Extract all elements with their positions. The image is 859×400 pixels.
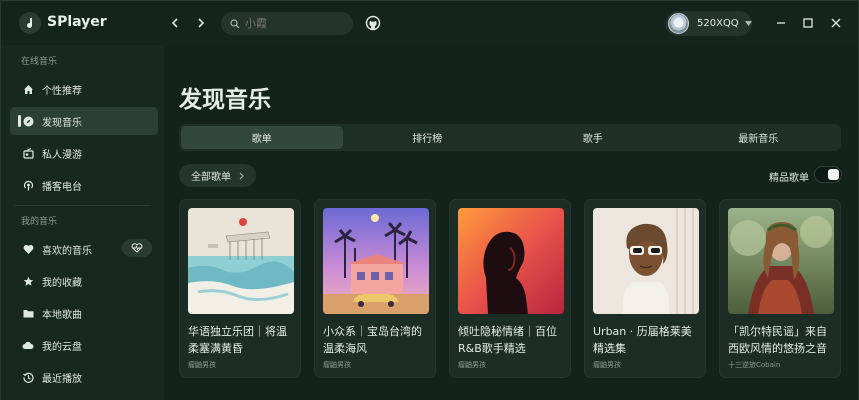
tab-bar: 歌单 排行榜 歌手 最新音乐 [179, 124, 841, 151]
tab-artists[interactable]: 歌手 [512, 126, 674, 149]
compass-icon [22, 115, 34, 127]
sidebar-item-cloud[interactable]: 我的云盘 [10, 331, 158, 359]
github-icon[interactable] [365, 15, 381, 31]
category-filter-button[interactable]: 全部歌单 [179, 164, 256, 187]
sidebar-item-label: 发现音乐 [42, 117, 82, 129]
cloud-icon [22, 339, 34, 351]
caret-down-icon [744, 21, 752, 26]
chevron-right-icon [239, 172, 244, 179]
minimize-icon [777, 22, 785, 24]
sidebar-item-roaming[interactable]: 私人漫游 [10, 139, 158, 167]
app-logo-icon [19, 12, 41, 34]
playlist-card[interactable]: Urban · 历届格莱美精选集 瘤鼬男孩 [584, 199, 706, 378]
heart-icon [22, 243, 34, 255]
highquality-toggle[interactable] [814, 166, 842, 183]
playlist-creator: 瘤鼬男孩 [458, 361, 486, 369]
search-box[interactable] [221, 12, 353, 35]
chevron-right-icon [198, 18, 205, 28]
playlist-cover [188, 208, 294, 314]
highquality-toggle-label: 精品歌单 [769, 173, 809, 184]
sidebar-item-local[interactable]: 本地歌曲 [10, 299, 158, 327]
heart-mode-button[interactable] [122, 239, 152, 257]
playlist-cover [593, 208, 699, 314]
avatar [668, 13, 689, 34]
heartbeat-icon [131, 243, 143, 253]
forward-button[interactable] [193, 14, 209, 32]
tab-new-music[interactable]: 最新音乐 [678, 126, 840, 149]
search-icon [230, 18, 240, 28]
sidebar-item-label: 本地歌曲 [42, 309, 82, 321]
app-name: SPlayer [47, 14, 107, 30]
user-menu[interactable]: 520XQQ [665, 11, 752, 36]
tab-playlists[interactable]: 歌单 [181, 126, 343, 149]
radio-icon [22, 147, 34, 159]
playlist-cover [458, 208, 564, 314]
sidebar-item-label: 私人漫游 [42, 149, 82, 161]
close-button[interactable] [829, 16, 843, 30]
sidebar-item-label: 最近播放 [42, 373, 82, 385]
sidebar-item-label: 喜欢的音乐 [42, 245, 92, 257]
playlist-card[interactable]: 小众系｜宝岛台湾的温柔海风 瘤鼬男孩 [314, 199, 436, 378]
sidebar-item-podcast[interactable]: 播客电台 [10, 171, 158, 199]
playlist-title: 华语独立乐团｜将温柔塞满黄昏 [188, 325, 287, 355]
playlist-title: 「凯尔特民谣」来自西欧风情的悠扬之音 [728, 325, 827, 355]
app-window: SPlayer 520XQQ 在线音乐 [0, 0, 859, 400]
sidebar-item-label: 个性推荐 [42, 85, 82, 97]
chevron-left-icon [171, 18, 178, 28]
divider [15, 205, 151, 206]
playlist-creator: 瘤鼬男孩 [593, 361, 621, 369]
sidebar-item-recommend[interactable]: 个性推荐 [10, 75, 158, 103]
playlist-creator: 瘤鼬男孩 [188, 361, 216, 369]
sidebar-item-collection[interactable]: 我的收藏 [10, 267, 158, 295]
folder-icon [22, 307, 34, 319]
main-content: 发现音乐 歌单 排行榜 歌手 最新音乐 全部歌单 精品歌单 华语独立乐团｜将温柔… [164, 45, 858, 400]
playlist-title: Urban · 历届格莱美精选集 [593, 325, 692, 355]
playlist-title: 倾吐隐秘情绪｜百位R&B歌手精选 [458, 325, 557, 355]
playlist-cover [728, 208, 834, 314]
close-icon [831, 18, 841, 28]
toggle-knob [828, 169, 839, 180]
star-icon [22, 275, 34, 287]
sidebar-item-discover[interactable]: 发现音乐 [10, 107, 158, 135]
playlist-creator: 瘤鼬男孩 [323, 361, 351, 369]
active-indicator [18, 115, 21, 127]
maximize-button[interactable] [801, 16, 815, 30]
history-icon [22, 371, 34, 383]
category-filter-label: 全部歌单 [191, 172, 231, 183]
playlist-cover [323, 208, 429, 314]
section-label-mine: 我的音乐 [21, 217, 58, 227]
playlist-title: 小众系｜宝岛台湾的温柔海风 [323, 325, 422, 355]
playlist-card[interactable]: 「凯尔特民谣」来自西欧风情的悠扬之音 十三逆旅Cobain [719, 199, 841, 378]
sidebar-item-label: 播客电台 [42, 181, 82, 193]
sidebar-item-label: 我的收藏 [42, 277, 82, 289]
back-button[interactable] [167, 14, 183, 32]
search-input[interactable] [245, 17, 345, 30]
playlist-creator: 十三逆旅Cobain [728, 361, 781, 369]
playlist-card[interactable]: 倾吐隐秘情绪｜百位R&B歌手精选 瘤鼬男孩 [449, 199, 571, 378]
sidebar-item-label: 我的云盘 [42, 341, 82, 353]
podcast-icon [22, 179, 34, 191]
tab-charts[interactable]: 排行榜 [347, 126, 509, 149]
title-bar: SPlayer 520XQQ [1, 1, 858, 45]
username: 520XQQ [697, 18, 739, 29]
maximize-icon [803, 18, 813, 28]
sidebar-item-recent[interactable]: 最近播放 [10, 363, 158, 391]
page-title: 发现音乐 [179, 87, 271, 113]
sidebar: 在线音乐 个性推荐 发现音乐 私人漫游 播客电台 我的音乐 喜欢的音乐 我的收藏… [1, 45, 164, 400]
home-icon [22, 83, 34, 95]
sidebar-item-liked[interactable]: 喜欢的音乐 [10, 235, 158, 263]
minimize-button[interactable] [774, 16, 788, 30]
playlist-card[interactable]: 华语独立乐团｜将温柔塞满黄昏 瘤鼬男孩 [179, 199, 301, 378]
section-label-online: 在线音乐 [21, 57, 58, 67]
